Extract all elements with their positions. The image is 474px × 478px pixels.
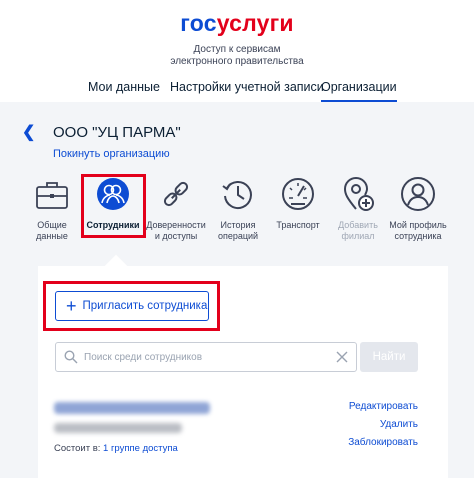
account-tabs: Мои данные Настройки учетной записи Орга… — [0, 80, 474, 102]
employees-highlight-frame — [81, 174, 146, 238]
nav-profile-label: Мой профиль сотрудника — [389, 220, 447, 241]
nav-history-label: История операций — [217, 220, 259, 241]
tab-organizations[interactable]: Организации — [321, 80, 397, 102]
leave-organization-link[interactable]: Покинуть организацию — [53, 148, 170, 160]
nav-powers-of-attorney[interactable]: Доверенности и доступы — [144, 176, 208, 242]
nav-transport-label: Транспорт — [276, 220, 320, 230]
employee-search-box — [55, 342, 357, 372]
nav-general-data[interactable]: Общие данные — [20, 176, 84, 242]
employee-groups: Состоит в: 1 группе доступа — [54, 443, 178, 454]
nav-my-profile[interactable]: Мой профиль сотрудника — [386, 176, 450, 242]
invite-employee-button[interactable]: + Пригласить сотрудника — [55, 291, 209, 321]
profile-icon — [401, 177, 435, 211]
search-icon — [64, 350, 78, 364]
employee-search-input[interactable] — [84, 347, 324, 367]
nav-transport[interactable]: Транспорт — [266, 176, 330, 231]
tab-account-settings[interactable]: Настройки учетной записи — [170, 80, 324, 94]
site-header: госуслуги Доступ к сервисам электронного… — [0, 0, 474, 102]
add-location-icon — [343, 177, 374, 211]
nav-add-branch-label: Добавить филиал — [338, 220, 378, 241]
gosuslugi-logo[interactable]: госуслуги — [0, 10, 474, 37]
tab-my-data[interactable]: Мои данные — [88, 80, 160, 94]
organization-title: ООО "УЦ ПАРМА" — [53, 124, 181, 141]
speedometer-icon — [282, 178, 314, 210]
delete-employee-link[interactable]: Удалить — [380, 419, 418, 430]
briefcase-icon — [36, 182, 68, 209]
tagline: Доступ к сервисам электронного правитель… — [170, 44, 304, 67]
history-icon — [222, 181, 252, 209]
nav-powers-label: Доверенности и доступы — [146, 220, 206, 241]
nav-add-branch[interactable]: Добавить филиал — [326, 176, 390, 242]
nav-operations-history[interactable]: История операций — [206, 176, 270, 242]
employee-email-blurred — [54, 423, 182, 433]
search-button[interactable]: Найти — [360, 342, 418, 372]
access-groups-link[interactable]: 1 группе доступа — [103, 443, 178, 454]
link-icon — [163, 181, 189, 207]
edit-employee-link[interactable]: Редактировать — [349, 401, 418, 412]
block-employee-link[interactable]: Заблокировать — [348, 437, 418, 448]
nav-general-data-label: Общие данные — [36, 220, 68, 241]
plus-icon: + — [66, 296, 77, 316]
employee-name-blurred[interactable] — [54, 402, 210, 414]
back-arrow-icon[interactable]: ❮ — [22, 122, 35, 142]
clear-icon[interactable] — [335, 350, 349, 364]
